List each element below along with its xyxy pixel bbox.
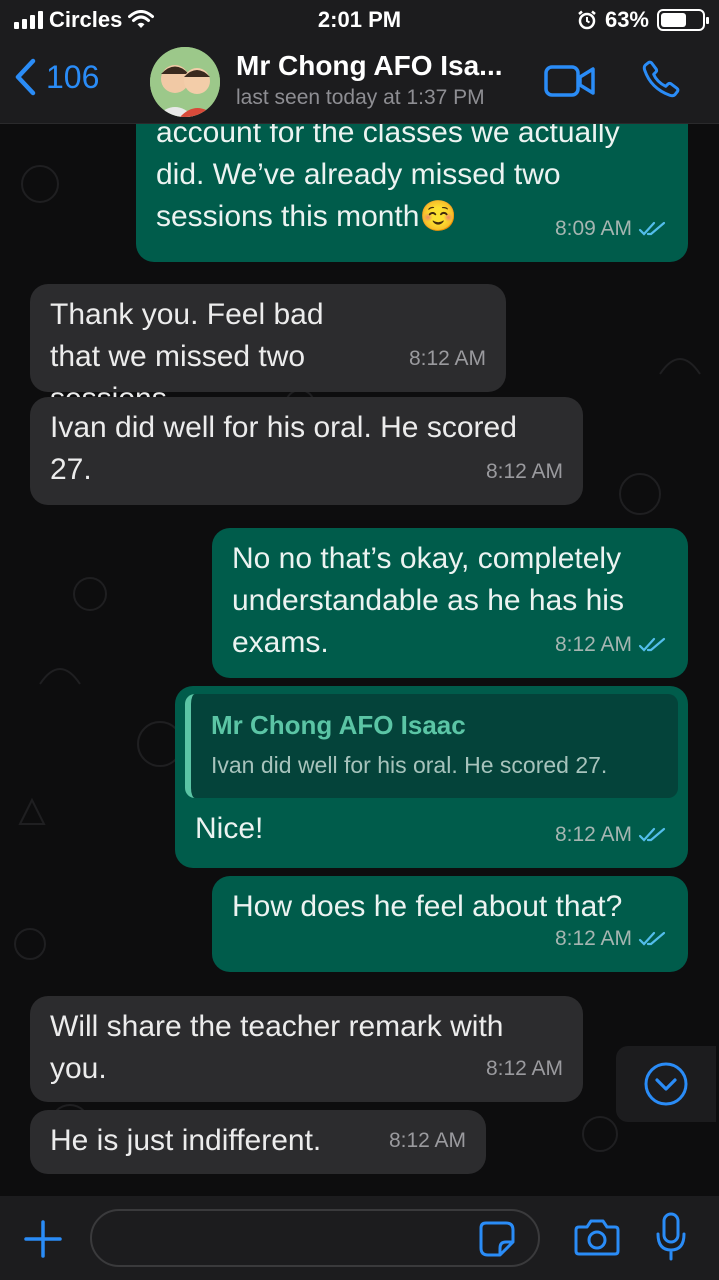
message-time: 8:12 AM	[408, 347, 486, 370]
message-time: 8:12 AM	[388, 1129, 466, 1152]
battery-percent: 63%	[604, 7, 649, 32]
quote-author: Mr Chong AFO Isaac	[211, 710, 466, 740]
add-icon[interactable]	[22, 1218, 64, 1260]
camera-icon[interactable]	[574, 1216, 620, 1258]
scroll-down-icon	[644, 1062, 688, 1106]
read-ticks-icon	[638, 637, 666, 652]
avatar[interactable]	[150, 47, 220, 117]
read-ticks-icon	[638, 827, 666, 842]
message-time: 8:12 AM	[554, 823, 632, 846]
message-outgoing[interactable]: How does he feel about that? 8:12 AM	[212, 876, 688, 972]
message-input[interactable]	[90, 1209, 540, 1267]
quote-text: Ivan did well for his oral. He scored 27…	[211, 752, 608, 778]
message-incoming[interactable]: Thank you. Feel bad that we missed two s…	[30, 284, 506, 415]
unread-count: 106	[46, 58, 100, 95]
message-time: 8:12 AM	[485, 1057, 563, 1080]
scroll-to-bottom-button[interactable]	[616, 1046, 716, 1122]
status-bar: Circles 2:01 PM 63%	[0, 0, 719, 40]
message-outgoing[interactable]: account for the classes we actually did.…	[136, 124, 688, 262]
message-outgoing-reply[interactable]: Mr Chong AFO Isaac Ivan did well for his…	[175, 686, 688, 868]
back-button[interactable]: 106	[14, 58, 99, 96]
contact-info[interactable]: Mr Chong AFO Isa... last seen today at 1…	[236, 50, 503, 110]
message-time: 8:12 AM	[554, 927, 632, 950]
message-incoming[interactable]: Ivan did well for his oral. He scored 27…	[30, 397, 583, 505]
read-ticks-icon	[638, 931, 666, 946]
message-time: 8:12 AM	[485, 460, 563, 483]
message-incoming[interactable]: Will share the teacher remark with you. …	[30, 996, 583, 1102]
message-time: 8:12 AM	[554, 633, 632, 656]
message-outgoing[interactable]: No no that’s okay, completely understand…	[212, 528, 688, 678]
sticker-icon[interactable]	[478, 1220, 516, 1258]
composer-bar	[0, 1196, 719, 1280]
microphone-icon[interactable]	[654, 1212, 688, 1262]
message-incoming[interactable]: He is just indifferent. 8:12 AM	[30, 1110, 486, 1174]
alarm-icon	[578, 10, 596, 30]
last-seen: last seen today at 1:37 PM	[236, 86, 485, 109]
phone-icon[interactable]	[640, 58, 682, 100]
battery-icon	[657, 9, 709, 31]
message-time: 8:09 AM	[554, 217, 632, 240]
back-chevron-icon	[15, 58, 36, 96]
chat-header: 106 Mr Chong AFO Isa... last seen today …	[0, 40, 719, 124]
contact-name: Mr Chong AFO Isa...	[236, 50, 503, 81]
quoted-message[interactable]: Mr Chong AFO Isaac Ivan did well for his…	[185, 694, 678, 798]
chat-area[interactable]: account for the classes we actually did.…	[0, 124, 719, 1196]
video-call-icon[interactable]	[544, 64, 596, 98]
read-ticks-icon	[638, 221, 666, 236]
